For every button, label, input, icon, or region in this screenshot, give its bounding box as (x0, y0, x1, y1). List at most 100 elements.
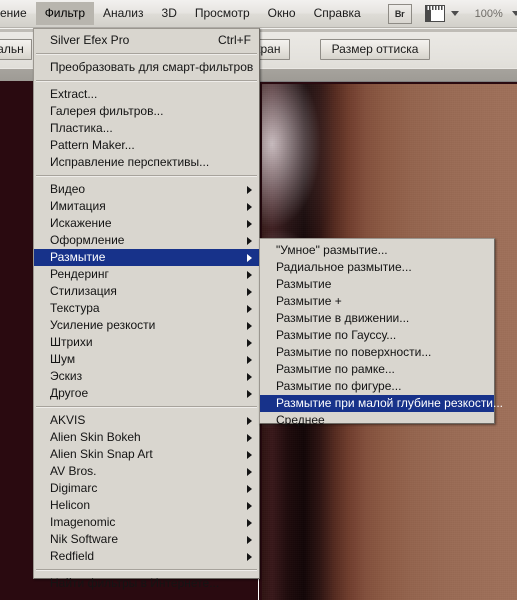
menu-item[interactable]: Видео (34, 181, 259, 198)
menu-item[interactable]: Imagenomic (34, 514, 259, 531)
submenu-arrow-icon (247, 416, 252, 425)
menu-item[interactable]: Пластика... (34, 120, 259, 137)
menu-item-2[interactable]: Анализ (94, 2, 153, 25)
menu-item[interactable]: Оформление (34, 232, 259, 249)
submenu-item[interactable]: Размытие по фигуре... (260, 378, 494, 395)
submenu-item[interactable]: Размытие по поверхности... (260, 344, 494, 361)
submenu-item-label: Размытие по фигуре... (276, 379, 402, 393)
menu-separator (36, 175, 257, 177)
zoom-chevron-down-icon[interactable] (511, 11, 517, 16)
menu-item-0[interactable]: ение (0, 2, 36, 25)
submenu-item-label: Размытие в движении... (276, 311, 410, 325)
menu-item[interactable]: AV Bros. (34, 463, 259, 480)
submenu-item-label: Размытие + (276, 294, 342, 308)
menu-item[interactable]: Галерея фильтров... (34, 103, 259, 120)
menu-item-label: Alien Skin Snap Art (50, 447, 153, 461)
menu-item[interactable]: Найти фильтры в Интернете... (34, 575, 259, 592)
print-size-button[interactable]: Размер оттиска (320, 38, 430, 60)
submenu-arrow-icon (247, 433, 252, 442)
menu-item-label: Extract... (50, 87, 98, 101)
submenu-arrow-icon (247, 389, 252, 398)
bridge-button[interactable]: Br (387, 3, 412, 24)
submenu-item[interactable]: Размытие (260, 276, 494, 293)
menu-item-label: Redfield (50, 549, 95, 563)
menu-item[interactable]: Штрихи (34, 334, 259, 351)
menu-item-label: Найти фильтры в Интернете... (50, 576, 220, 590)
menu-item-6[interactable]: Справка (305, 2, 370, 25)
menu-item[interactable]: Pattern Maker... (34, 137, 259, 154)
submenu-item[interactable]: Размытие в движении... (260, 310, 494, 327)
menu-item-label: Преобразовать для смарт-фильтров (50, 60, 254, 74)
submenu-arrow-icon (247, 219, 252, 228)
submenu-item[interactable]: Среднее (260, 412, 494, 429)
menu-item-label: AV Bros. (50, 464, 97, 478)
menu-item-label: Silver Efex Pro (50, 33, 130, 47)
menu-item[interactable]: Extract... (34, 86, 259, 103)
screen-mode-icon[interactable] (424, 5, 445, 22)
menu-item[interactable]: Текстура (34, 300, 259, 317)
submenu-item-label: Размытие по поверхности... (276, 345, 432, 359)
menu-item[interactable]: Размытие (34, 249, 259, 266)
menu-item-label: Пластика... (50, 121, 113, 135)
menu-item-label: Imagenomic (50, 515, 116, 529)
menu-item-label: Nik Software (50, 532, 119, 546)
menu-item-label: Шум (50, 352, 76, 366)
filter-dropdown-menu[interactable]: Silver Efex Pro Ctrl+F Преобразовать для с… (33, 28, 260, 590)
menu-item[interactable]: Эскиз (34, 368, 259, 385)
menu-item[interactable]: Redfield (34, 548, 259, 565)
submenu-arrow-icon (247, 501, 252, 510)
submenu-arrow-icon (247, 202, 252, 211)
menu-item[interactable]: Nik Software (34, 531, 259, 548)
submenu-arrow-icon (247, 270, 252, 279)
menu-item[interactable]: Digimarc (34, 480, 259, 497)
submenu-item[interactable]: Размытие по рамке... (260, 361, 494, 378)
menu-item-3[interactable]: 3D (153, 2, 186, 25)
menu-item-label: Галерея фильтров... (50, 104, 164, 118)
menu-item[interactable]: Alien Skin Snap Art (34, 446, 259, 463)
submenu-item[interactable]: Размытие + (260, 293, 494, 310)
menu-item-5[interactable]: Окно (259, 2, 305, 25)
submenu-item[interactable]: "Умное" размытие... (260, 242, 494, 259)
blur-submenu[interactable]: "Умное" размытие... Радиальное размытие..… (259, 238, 503, 427)
menu-item[interactable]: Усиление резкости (34, 317, 259, 334)
submenu-arrow-icon (247, 535, 252, 544)
menu-item[interactable]: Стилизация (34, 283, 259, 300)
submenu-arrow-icon (247, 450, 252, 459)
menu-item-4[interactable]: Просмотр (186, 2, 259, 25)
submenu-item-label: Размытие по рамке... (276, 362, 395, 376)
menu-item[interactable]: Исправление перспективы... (34, 154, 259, 171)
menu-filter[interactable]: Фильтр (35, 2, 94, 25)
menu-item[interactable]: Шум (34, 351, 259, 368)
menu-separator (36, 569, 257, 571)
menu-item[interactable]: Silver Efex Pro Ctrl+F (34, 32, 259, 49)
menu-item[interactable]: Helicon (34, 497, 259, 514)
submenu-item[interactable]: Размытие по Гауссу... (260, 327, 494, 344)
submenu-arrow-icon (247, 185, 252, 194)
menu-item[interactable]: AKVIS (34, 412, 259, 429)
submenu-item[interactable]: Радиальное размытие... (260, 259, 494, 276)
submenu-arrow-icon (247, 372, 252, 381)
menu-item[interactable]: Искажение (34, 215, 259, 232)
submenu-item-label: Размытие (276, 277, 332, 291)
submenu-arrow-icon (247, 484, 252, 493)
menu-separator (36, 53, 257, 55)
menu-item[interactable]: Имитация (34, 198, 259, 215)
submenu-arrow-icon (247, 355, 252, 364)
submenu-item-label: Среднее (276, 413, 325, 427)
menu-item-shortcut: Ctrl+F (218, 33, 251, 47)
menu-item-label: Усиление резкости (50, 318, 156, 332)
menu-item-label: Имитация (50, 199, 106, 213)
menu-item[interactable]: Рендеринг (34, 266, 259, 283)
menu-item[interactable]: Alien Skin Bokeh (34, 429, 259, 446)
menu-separator (36, 406, 257, 408)
screen-mode-chevron-down-icon[interactable] (450, 11, 459, 16)
submenu-item-label: Размытие при малой глубине резкости... (276, 396, 504, 410)
menu-item-label: Digimarc (50, 481, 98, 495)
actual-pixels-button[interactable]: ктуальн (0, 38, 32, 60)
menu-item[interactable]: Преобразовать для смарт-фильтров (34, 59, 259, 76)
submenu-arrow-icon (247, 321, 252, 330)
menu-item[interactable]: Другое (34, 385, 259, 402)
submenu-item-label: Размытие по Гауссу... (276, 328, 397, 342)
menu-item-label: Pattern Maker... (50, 138, 135, 152)
submenu-item[interactable]: Размытие при малой глубине резкости... (260, 395, 503, 412)
